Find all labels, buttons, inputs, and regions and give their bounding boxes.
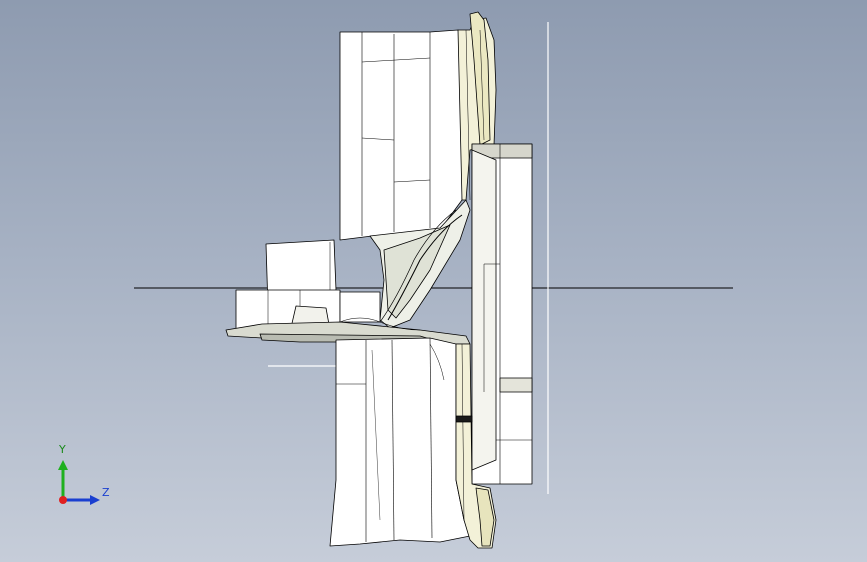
- orientation-triad: [58, 460, 100, 505]
- cad-model-view[interactable]: [0, 0, 867, 562]
- upper-main-block[interactable]: [339, 29, 463, 241]
- graphics-viewport[interactable]: Y Z: [0, 0, 867, 562]
- triad-origin: [59, 496, 67, 504]
- cad-model[interactable]: [225, 11, 533, 549]
- z-axis-label: Z: [102, 486, 110, 499]
- lower-main-block[interactable]: [329, 337, 471, 547]
- y-axis-label: Y: [59, 443, 66, 456]
